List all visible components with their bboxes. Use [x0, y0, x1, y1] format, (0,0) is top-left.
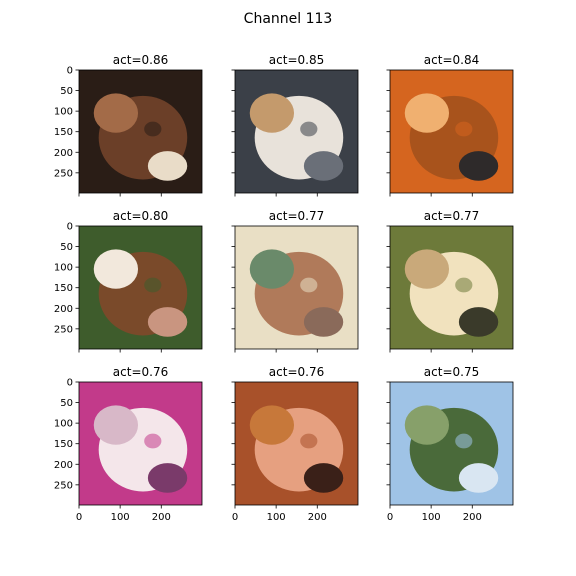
x-tick-label: 200: [152, 512, 171, 523]
image-detail: [404, 93, 450, 133]
image-detail: [249, 93, 295, 133]
panel-image: [235, 226, 358, 349]
panel-title: act=0.77: [269, 209, 324, 223]
image-shadow: [144, 277, 162, 293]
figure: Channel 113 act=0.86050100150200250act=0…: [0, 0, 576, 576]
image-shadow: [144, 433, 162, 449]
y-tick-label: 150: [54, 283, 73, 294]
panel-title: act=0.85: [269, 53, 324, 67]
panel-title: act=0.86: [113, 53, 168, 67]
image-shadow: [300, 121, 318, 137]
image-detail: [249, 405, 295, 445]
panel-title: act=0.76: [113, 365, 168, 379]
panel-title: act=0.76: [269, 365, 324, 379]
image-detail: [93, 249, 139, 289]
image-detail: [249, 249, 295, 289]
panel-image: [235, 70, 358, 193]
x-tick-label: 200: [463, 512, 482, 523]
image-detail: [458, 463, 499, 493]
panel-image: [390, 70, 513, 193]
y-tick-label: 150: [54, 439, 73, 450]
y-tick-label: 250: [54, 480, 73, 491]
y-tick-label: 50: [60, 86, 73, 97]
x-tick-label: 0: [387, 512, 393, 523]
y-tick-label: 250: [54, 168, 73, 179]
figure-title: Channel 113: [244, 11, 333, 27]
y-tick-label: 100: [54, 107, 73, 118]
y-tick-label: 0: [67, 222, 73, 233]
y-tick-label: 200: [54, 460, 73, 471]
y-tick-label: 100: [54, 419, 73, 430]
x-tick-label: 0: [76, 512, 82, 523]
image-detail: [147, 307, 188, 337]
y-tick-label: 150: [54, 127, 73, 138]
image-detail: [147, 463, 188, 493]
panel: act=0.75 0 100 200: [386, 365, 514, 523]
panel-title: act=0.77: [424, 209, 479, 223]
image-detail: [404, 405, 450, 445]
image-shadow: [144, 121, 162, 137]
panel: act=0.76 0 100 200: [231, 365, 359, 523]
image-detail: [458, 307, 499, 337]
panel-image: [390, 226, 513, 349]
panel-title: act=0.75: [424, 365, 479, 379]
image-shadow: [300, 433, 318, 449]
image-detail: [303, 307, 344, 337]
panel-image: [79, 70, 202, 193]
y-tick-label: 50: [60, 242, 73, 253]
image-shadow: [455, 433, 473, 449]
image-detail: [303, 151, 344, 181]
x-tick-label: 100: [422, 512, 441, 523]
image-shadow: [300, 277, 318, 293]
y-tick-label: 50: [60, 398, 73, 409]
panel-image: [235, 382, 358, 505]
x-tick-label: 0: [232, 512, 238, 523]
y-tick-label: 0: [67, 378, 73, 389]
panel-grid: act=0.86 0 50 100 150 200 250 act=0.85 act=0.84 a…: [54, 53, 514, 523]
panel-title: act=0.84: [424, 53, 479, 67]
panel-image: [79, 226, 202, 349]
panel-image: [79, 382, 202, 505]
panel: act=0.84: [386, 53, 514, 197]
y-tick-label: 250: [54, 324, 73, 335]
image-detail: [93, 93, 139, 133]
image-detail: [404, 249, 450, 289]
image-detail: [147, 151, 188, 181]
panel: act=0.85: [231, 53, 359, 197]
x-tick-label: 200: [308, 512, 327, 523]
image-detail: [458, 151, 499, 181]
x-tick-label: 100: [267, 512, 286, 523]
y-tick-label: 200: [54, 304, 73, 315]
panel: act=0.77: [231, 209, 359, 353]
x-tick-label: 100: [111, 512, 130, 523]
image-shadow: [455, 277, 473, 293]
image-shadow: [455, 121, 473, 137]
panel-image: [390, 382, 513, 505]
y-tick-label: 0: [67, 66, 73, 77]
y-tick-label: 200: [54, 148, 73, 159]
panel: act=0.77: [386, 209, 514, 353]
image-detail: [93, 405, 139, 445]
y-tick-label: 100: [54, 263, 73, 274]
panel-title: act=0.80: [113, 209, 168, 223]
image-detail: [303, 463, 344, 493]
